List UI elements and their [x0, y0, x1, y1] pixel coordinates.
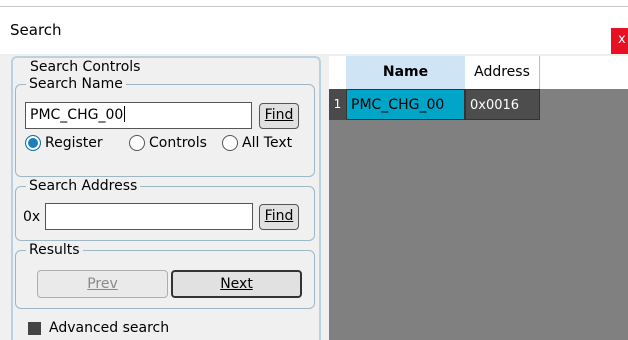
grid-corner	[329, 56, 346, 89]
radio-unselected-icon	[129, 135, 145, 151]
next-label: Next	[220, 276, 253, 292]
cell-name[interactable]: PMC_CHG_00	[346, 89, 465, 120]
top-edge	[0, 0, 628, 7]
window-title: Search	[10, 21, 62, 39]
search-name-input[interactable]: PMC_CHG_00	[25, 102, 252, 129]
find-name-label: Find	[264, 107, 294, 123]
checkbox-icon	[28, 321, 41, 335]
column-header-address[interactable]: Address	[465, 56, 540, 89]
title-bar: Search x	[0, 8, 628, 54]
cell-address[interactable]: 0x0016	[465, 89, 540, 120]
radio-register[interactable]: Register	[25, 134, 103, 152]
prev-button[interactable]: Prev	[37, 270, 168, 298]
prev-label: Prev	[87, 276, 118, 292]
advanced-search-label: Advanced search	[49, 320, 170, 336]
search-address-legend: Search Address	[29, 178, 138, 194]
radio-controls-label: Controls	[149, 135, 207, 151]
radio-unselected-icon	[222, 135, 238, 151]
search-controls-panel: Search Controls Search Name PMC_CHG_00 F…	[11, 56, 321, 340]
window-body: Search Controls Search Name PMC_CHG_00 F…	[0, 54, 628, 340]
close-button[interactable]: x	[611, 28, 628, 54]
next-button[interactable]: Next	[171, 270, 302, 298]
column-header-name[interactable]: Name	[346, 56, 465, 89]
radio-selected-icon	[25, 135, 41, 151]
search-name-value: PMC_CHG_00	[30, 107, 124, 123]
results-legend: Results	[29, 242, 80, 258]
advanced-search-toggle[interactable]: Advanced search	[28, 320, 169, 336]
radio-all-text[interactable]: All Text	[222, 134, 292, 152]
find-address-button[interactable]: Find	[259, 204, 299, 230]
radio-controls[interactable]: Controls	[129, 134, 207, 152]
radio-all-text-label: All Text	[242, 135, 293, 151]
radio-register-label: Register	[45, 135, 103, 151]
row-number[interactable]: 1	[329, 89, 346, 120]
text-caret	[124, 106, 126, 122]
header-filler	[540, 56, 628, 89]
results-grid: Name Address 1 PMC_CHG_00 0x0016	[329, 56, 628, 340]
find-name-button[interactable]: Find	[259, 103, 299, 129]
search-name-legend: Search Name	[29, 76, 123, 92]
find-address-label: Find	[264, 208, 294, 224]
search-controls-legend: Search Controls	[27, 60, 144, 74]
address-prefix: 0x	[23, 209, 41, 225]
search-address-input[interactable]	[45, 203, 253, 230]
